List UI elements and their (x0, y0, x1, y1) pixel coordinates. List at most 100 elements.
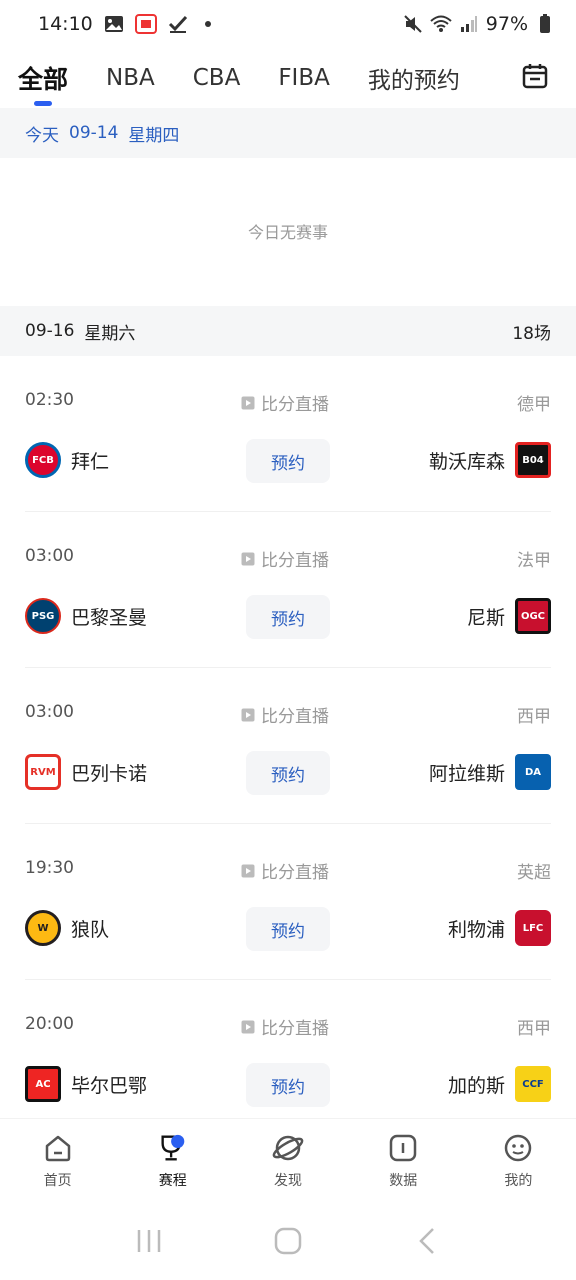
alaves-logo-icon: DA (515, 754, 551, 790)
score-live-link[interactable]: 比分直播 (241, 702, 329, 727)
section-weekday: 星期六 (84, 323, 136, 344)
home-team[interactable]: RVM 巴列卡诺 (25, 754, 147, 790)
mute-icon (402, 13, 424, 35)
match-time: 02:30 (25, 390, 74, 410)
download-done-icon (167, 13, 189, 35)
data-icon (387, 1132, 419, 1164)
rayo-logo-icon: RVM (25, 754, 61, 790)
bottom-navigation: 首页 赛程 发现 数据 我的 (0, 1118, 576, 1202)
battery-icon (534, 13, 556, 35)
no-games-message: 今日无赛事 (247, 223, 328, 242)
reserve-button[interactable]: 预约 (246, 907, 330, 951)
away-team-name: 加的斯 (447, 1074, 505, 1097)
wifi-icon (430, 13, 452, 35)
home-team[interactable]: PSG 巴黎圣曼 (25, 598, 147, 634)
today-weekday: 星期四 (128, 125, 180, 146)
home-team-name: 毕尔巴鄂 (71, 1074, 148, 1097)
system-navigation-bar (0, 1202, 576, 1280)
league-name: 西甲 (517, 707, 551, 727)
calendar-button[interactable] (494, 48, 576, 108)
section-date: 09-16 (25, 321, 75, 341)
play-icon (241, 864, 255, 877)
home-button[interactable] (268, 1221, 308, 1261)
play-icon (241, 552, 255, 565)
battery-level: 97% (485, 13, 528, 35)
leverkusen-logo-icon: B04 (515, 442, 551, 478)
home-team[interactable]: AC 毕尔巴鄂 (25, 1066, 147, 1102)
away-team-name: 利物浦 (447, 918, 505, 941)
match-card[interactable]: 20:00 比分直播 西甲 AC 毕尔巴鄂 预约 加的斯 CCF (25, 980, 551, 1136)
status-time: 14:10 (38, 13, 93, 35)
nav-discover[interactable]: 发现 (230, 1119, 345, 1202)
wolves-logo-icon: W (25, 910, 61, 946)
tab-fiba[interactable]: FIBA (276, 48, 332, 108)
tab-all[interactable]: 全部 (16, 48, 70, 108)
home-icon (42, 1132, 74, 1164)
back-chevron-icon (418, 1228, 434, 1254)
nice-logo-icon: OGC (515, 598, 551, 634)
home-team-name: 狼队 (71, 918, 110, 941)
cadiz-logo-icon: CCF (515, 1066, 551, 1102)
match-card[interactable]: 19:30 比分直播 英超 W 狼队 预约 利物浦 LFC (25, 824, 551, 980)
play-icon (241, 1020, 255, 1033)
nav-profile[interactable]: 我的 (461, 1119, 576, 1202)
bayern-logo-icon: FCB (25, 442, 61, 478)
league-name: 德甲 (517, 395, 551, 415)
play-icon (241, 396, 255, 409)
match-card[interactable]: 03:00 比分直播 法甲 PSG 巴黎圣曼 预约 尼斯 OGC (25, 512, 551, 668)
match-card[interactable]: 02:30 比分直播 德甲 FCB 拜仁 预约 勒沃库森 B04 (25, 356, 551, 512)
away-team[interactable]: 利物浦 LFC (448, 910, 551, 946)
planet-icon (272, 1132, 304, 1164)
nav-data[interactable]: 数据 (346, 1119, 461, 1202)
calendar-icon (521, 62, 549, 94)
away-team-name: 勒沃库森 (428, 450, 505, 473)
liverpool-logo-icon: LFC (515, 910, 551, 946)
league-name: 西甲 (517, 1019, 551, 1039)
score-live-link[interactable]: 比分直播 (241, 390, 329, 415)
away-team[interactable]: 阿拉维斯 DA (429, 754, 551, 790)
nav-home[interactable]: 首页 (0, 1119, 115, 1202)
home-team[interactable]: W 狼队 (25, 910, 109, 946)
today-header: 今天 09-14 星期四 (0, 108, 576, 158)
away-team[interactable]: 尼斯 OGC (467, 598, 551, 634)
match-list: 02:30 比分直播 德甲 FCB 拜仁 预约 勒沃库森 B04 03:00 比… (0, 356, 576, 1136)
reserve-button[interactable]: 预约 (246, 1063, 330, 1107)
score-live-link[interactable]: 比分直播 (241, 546, 329, 571)
notification-app-icon (134, 13, 157, 35)
match-time: 19:30 (25, 858, 74, 878)
athletic-logo-icon: AC (25, 1066, 61, 1102)
recent-apps-button[interactable] (129, 1221, 169, 1261)
away-team[interactable]: 加的斯 CCF (448, 1066, 551, 1102)
match-time: 03:00 (25, 546, 74, 566)
home-team-name: 巴黎圣曼 (71, 606, 148, 629)
nav-schedule[interactable]: 赛程 (115, 1119, 230, 1202)
score-live-link[interactable]: 比分直播 (241, 1014, 329, 1039)
back-button[interactable] (407, 1221, 447, 1261)
trophy-icon (157, 1132, 189, 1164)
reserve-button[interactable]: 预约 (246, 751, 330, 795)
reserve-button[interactable]: 预约 (246, 439, 330, 483)
tab-my-reservations[interactable]: 我的预约 (366, 48, 462, 108)
date-section-header: 09-16 星期六 18场 (0, 306, 576, 356)
match-time: 03:00 (25, 702, 74, 722)
recent-apps-icon (138, 1230, 161, 1252)
psg-logo-icon: PSG (25, 598, 61, 634)
away-team-name: 尼斯 (466, 606, 505, 629)
home-team-name: 拜仁 (71, 450, 110, 473)
match-time: 20:00 (25, 1014, 74, 1034)
today-date: 09-14 (69, 123, 119, 143)
tab-cba[interactable]: CBA (191, 48, 243, 108)
tab-nba[interactable]: NBA (104, 48, 157, 108)
home-circle-icon (274, 1227, 302, 1255)
play-icon (241, 708, 255, 721)
signal-icon (458, 13, 480, 35)
away-team-name: 阿拉维斯 (428, 762, 505, 785)
reserve-button[interactable]: 预约 (246, 595, 330, 639)
score-live-link[interactable]: 比分直播 (241, 858, 329, 883)
league-name: 法甲 (517, 551, 551, 571)
match-card[interactable]: 03:00 比分直播 西甲 RVM 巴列卡诺 预约 阿拉维斯 DA (25, 668, 551, 824)
home-team[interactable]: FCB 拜仁 (25, 442, 109, 478)
gallery-icon (103, 13, 125, 35)
profile-icon (502, 1132, 534, 1164)
away-team[interactable]: 勒沃库森 B04 (429, 442, 551, 478)
